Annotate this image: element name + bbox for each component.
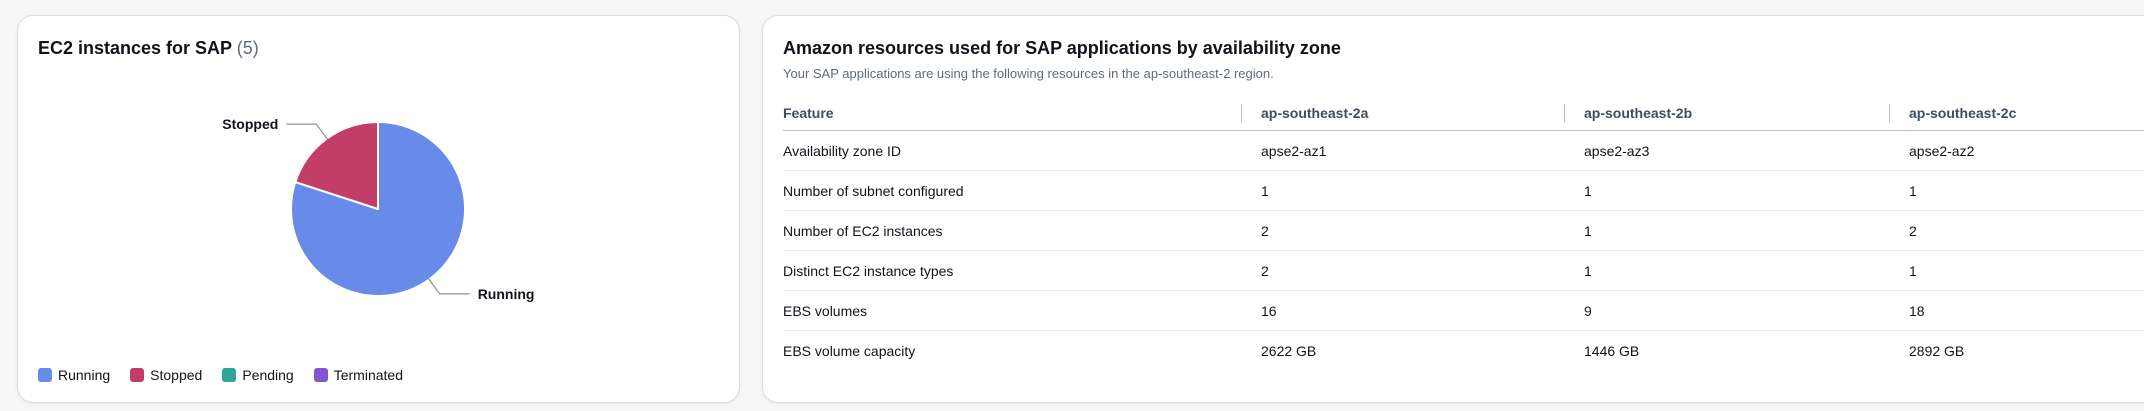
- table-cell: apse2-az1: [1241, 143, 1564, 159]
- legend-swatch-icon: [222, 368, 236, 382]
- feature-label: EBS volumes: [783, 303, 1241, 319]
- legend-swatch-icon: [38, 368, 52, 382]
- table-row: Distinct EC2 instance types211: [783, 251, 2144, 291]
- legend-item-terminated[interactable]: Terminated: [314, 367, 403, 383]
- legend-item-pending[interactable]: Pending: [222, 367, 293, 383]
- legend-label: Pending: [242, 367, 293, 383]
- ec2-instances-card: EC2 instances for SAP (5) RunningStopped…: [17, 15, 740, 403]
- column-header: Feature: [783, 105, 1241, 121]
- chart-legend: Running Stopped Pending Terminated: [38, 367, 403, 383]
- pie-callout-line: [286, 124, 327, 139]
- legend-swatch-icon: [314, 368, 328, 382]
- table-cell: 2892 GB: [1889, 343, 2144, 359]
- table-cell: 2622 GB: [1241, 343, 1564, 359]
- feature-label: EBS volume capacity: [783, 343, 1241, 359]
- table-row: Number of EC2 instances212: [783, 211, 2144, 251]
- column-header: ap-southeast-2a: [1241, 105, 1564, 121]
- column-header: ap-southeast-2b: [1564, 105, 1889, 121]
- table-cell: 2: [1241, 223, 1564, 239]
- column-header: ap-southeast-2c: [1889, 105, 2144, 121]
- feature-label: Number of EC2 instances: [783, 223, 1241, 239]
- feature-label: Distinct EC2 instance types: [783, 263, 1241, 279]
- legend-item-stopped[interactable]: Stopped: [130, 367, 202, 383]
- pie-slice-callout-label: Running: [478, 286, 535, 302]
- legend-item-running[interactable]: Running: [38, 367, 110, 383]
- legend-swatch-icon: [130, 368, 144, 382]
- resources-by-az-card: Amazon resources used for SAP applicatio…: [762, 15, 2144, 403]
- pie-callout-line: [429, 279, 470, 294]
- table-cell: 18: [1889, 303, 2144, 319]
- table-cell: 1: [1889, 263, 2144, 279]
- table-cell: 1: [1889, 183, 2144, 199]
- table-cell: 1446 GB: [1564, 343, 1889, 359]
- table-row: EBS volumes16918: [783, 291, 2144, 331]
- table-cell: 1: [1241, 183, 1564, 199]
- table-cell: 2: [1889, 223, 2144, 239]
- legend-label: Terminated: [334, 367, 403, 383]
- table-row: EBS volume capacity2622 GB1446 GB2892 GB: [783, 331, 2144, 371]
- pie-slice-callout-label: Stopped: [222, 116, 278, 132]
- table-row: Number of subnet configured111: [783, 171, 2144, 211]
- table-cell: apse2-az2: [1889, 143, 2144, 159]
- table-cell: 1: [1564, 263, 1889, 279]
- legend-label: Running: [58, 367, 110, 383]
- legend-label: Stopped: [150, 367, 202, 383]
- ec2-status-pie-chart: Running Stopped: [18, 16, 741, 326]
- feature-label: Number of subnet configured: [783, 183, 1241, 199]
- table-cell: 1: [1564, 183, 1889, 199]
- table-cell: 1: [1564, 223, 1889, 239]
- resources-table: Featureap-southeast-2aap-southeast-2bap-…: [783, 96, 2144, 371]
- table-cell: 2: [1241, 263, 1564, 279]
- card-subtitle: Your SAP applications are using the foll…: [763, 66, 2144, 82]
- table-cell: 9: [1564, 303, 1889, 319]
- feature-label: Availability zone ID: [783, 143, 1241, 159]
- table-header-row: Featureap-southeast-2aap-southeast-2bap-…: [783, 96, 2144, 131]
- table-row: Availability zone IDapse2-az1apse2-az3ap…: [783, 131, 2144, 171]
- table-cell: apse2-az3: [1564, 143, 1889, 159]
- table-cell: 16: [1241, 303, 1564, 319]
- card-title: Amazon resources used for SAP applicatio…: [763, 16, 2144, 58]
